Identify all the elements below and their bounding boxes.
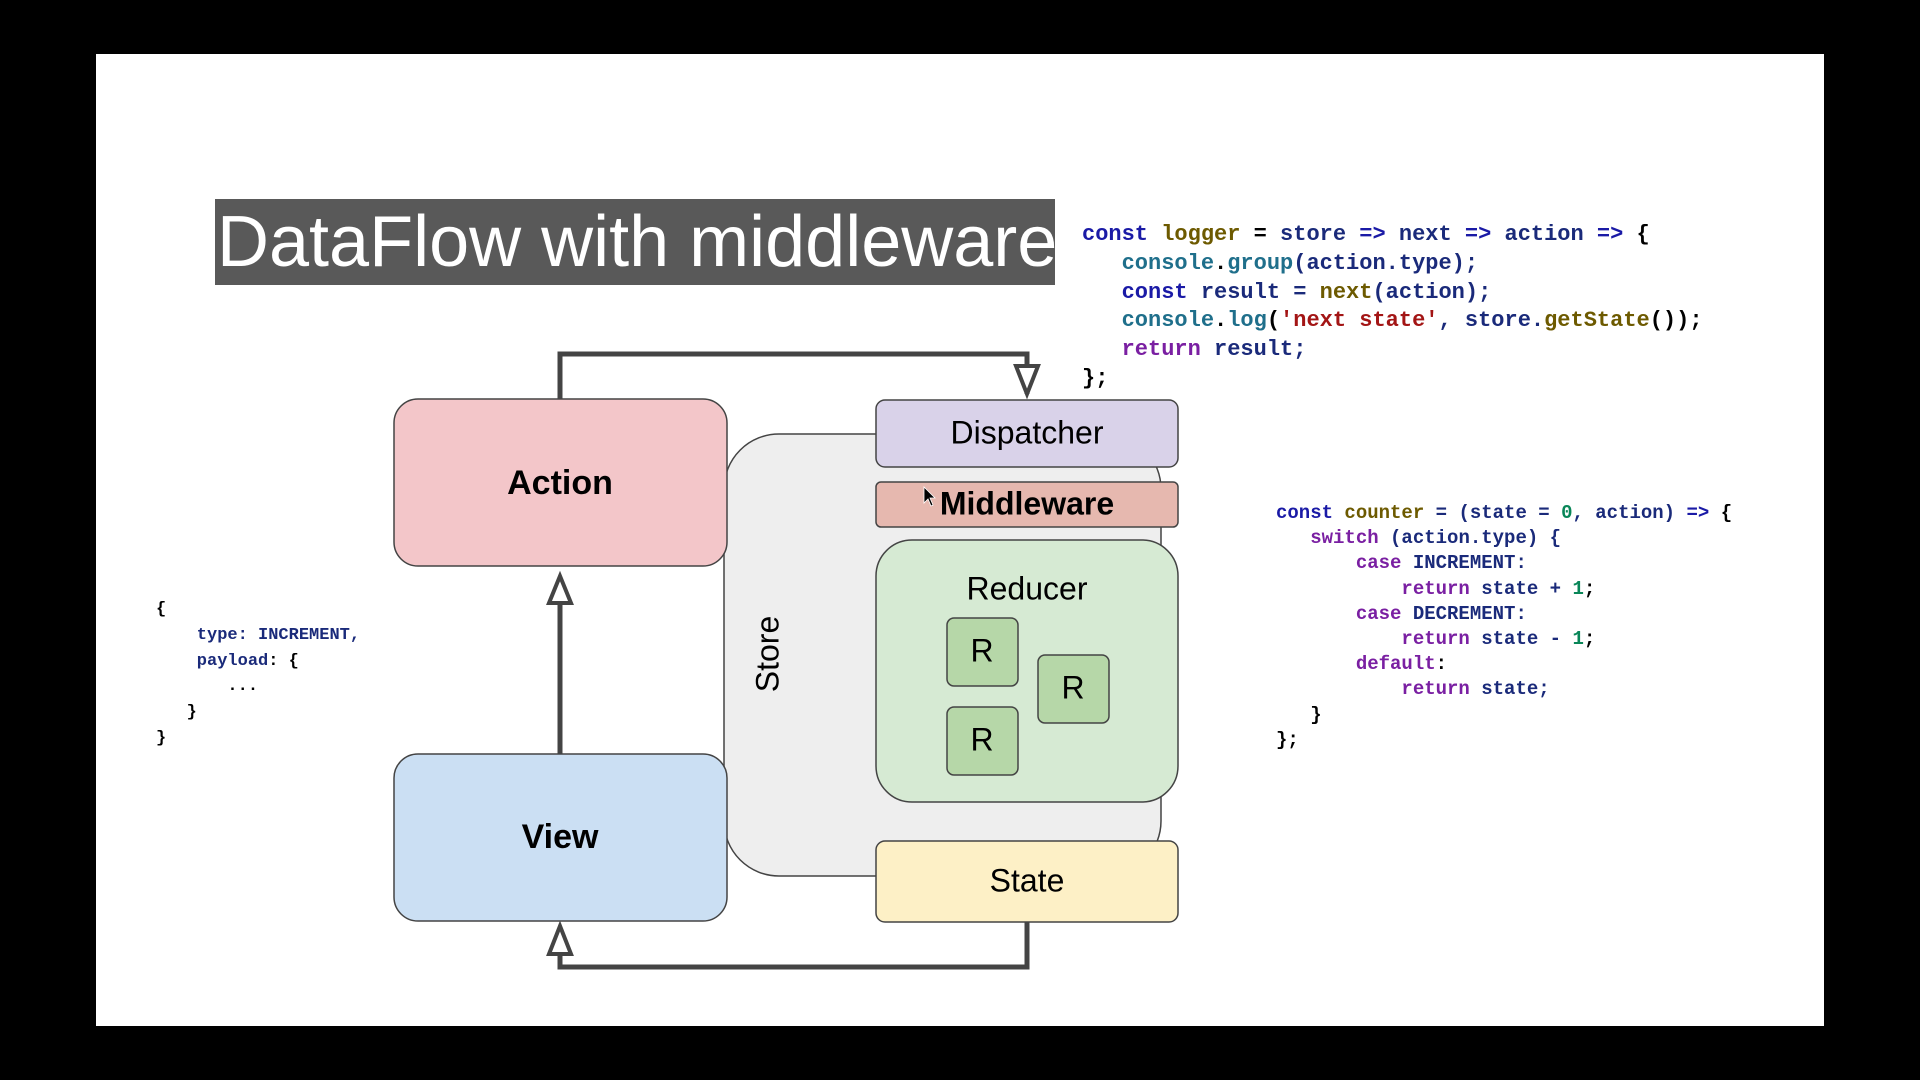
state-to-view-connector xyxy=(557,922,1030,970)
state-label: State xyxy=(990,862,1065,898)
action-arrowhead xyxy=(546,570,574,605)
dispatcher-arrowhead xyxy=(1013,364,1041,400)
sub-reducer-label: R xyxy=(970,632,993,668)
store-label: Store xyxy=(749,616,785,692)
slide: DataFlow with middleware const logger = … xyxy=(96,54,1824,1026)
view-arrowhead xyxy=(546,920,574,956)
action-label: Action xyxy=(507,464,613,502)
middleware-label: Middleware xyxy=(940,485,1114,521)
action-to-dispatcher-connector xyxy=(557,351,1030,399)
reducer-label: Reducer xyxy=(967,570,1088,606)
view-label: View xyxy=(522,818,599,856)
dispatcher-label: Dispatcher xyxy=(951,414,1104,450)
sub-reducer-label: R xyxy=(1061,669,1084,705)
sub-reducer-label: R xyxy=(970,721,993,757)
dataflow-diagram: Store Action View Dispatcher Middleware … xyxy=(393,351,1179,970)
